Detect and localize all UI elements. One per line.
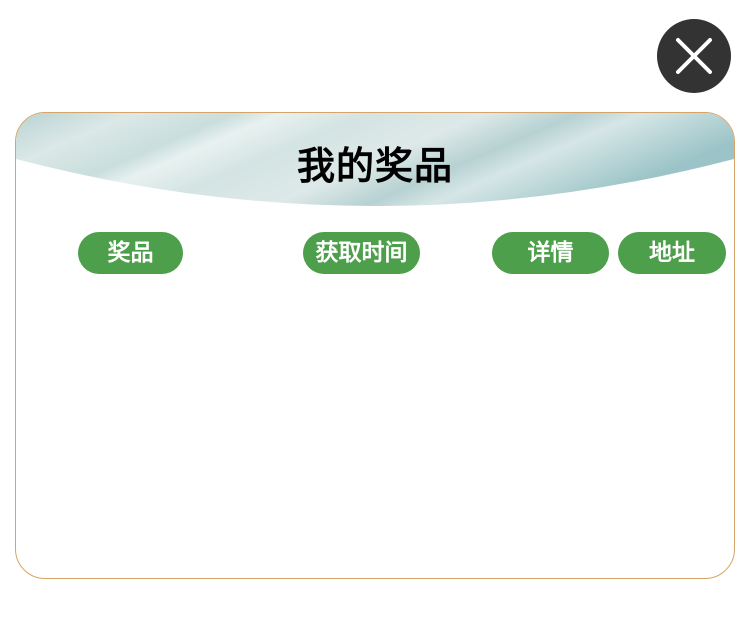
- prize-list: [16, 288, 734, 573]
- close-button[interactable]: [657, 19, 731, 93]
- column-header-prize: 奖品: [78, 232, 183, 274]
- column-header-time: 获取时间: [303, 232, 420, 274]
- dialog-title: 我的奖品: [296, 144, 453, 188]
- column-header-detail: 详情: [492, 232, 609, 274]
- header-banner: 我的奖品: [16, 113, 734, 213]
- column-header-address-label: 地址: [649, 240, 695, 266]
- close-icon: [676, 38, 712, 74]
- column-header-time-label: 获取时间: [315, 240, 408, 266]
- column-header-detail-label: 详情: [527, 240, 574, 266]
- prize-dialog: 我的奖品 奖品 获取时间 详情 地址: [15, 112, 735, 579]
- column-header-prize-label: 奖品: [107, 240, 154, 266]
- column-header-address: 地址: [618, 232, 726, 274]
